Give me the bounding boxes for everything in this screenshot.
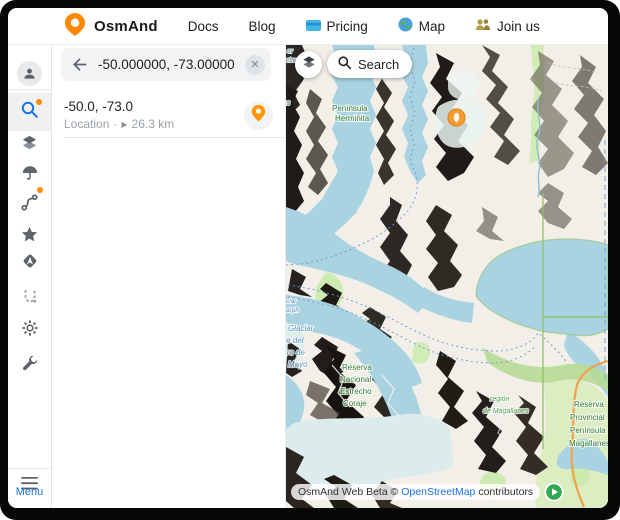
sidebar-item-tracks[interactable] [8,282,51,314]
map-label-reserva-nacional: Estrecho [340,387,372,396]
menu-label[interactable]: Menu [8,486,51,498]
navigation-icon [21,252,39,275]
nav-link-map[interactable]: Map [398,17,445,35]
nav-link-blog[interactable]: Blog [248,19,275,34]
map-label-peninsula: Península [332,104,368,113]
layers-icon [301,54,317,75]
map-label-reserva-provincial: Reserva [574,400,604,409]
result-separator: · [113,117,117,131]
map-attribution: OsmAnd Web Beta © OpenStreetMap contribu… [291,482,564,502]
layers-icon [20,133,39,157]
map-label-reserva-provincial: Península [570,426,606,435]
map-label-ohiggins: O'Higgins [286,100,291,107]
back-arrow-icon[interactable] [71,56,88,73]
map-label-region: de Magallanes [483,408,529,415]
app-frame: OsmAnd Docs Blog Pricing Map Join us [0,0,620,520]
clear-search-icon[interactable]: ✕ [245,55,265,75]
sidebar-item-tools[interactable] [8,349,51,381]
sidebar-item-settings[interactable] [8,314,51,346]
rail-divider-bottom [8,468,51,469]
sidebar-item-weather[interactable] [8,159,51,191]
sidebar-item-layers[interactable] [8,129,51,161]
map-label-reserva-nacional: Coraje [343,399,367,408]
map-viewport[interactable]: or chu O'Higgins Península Herminita cia… [286,45,608,508]
map-label-reserva-provincial: Provincial [570,413,605,422]
map-label-glacier: Glaciar [288,324,314,333]
routes-icon [20,193,39,217]
attribution-text: OsmAnd Web Beta © OpenStreetMap contribu… [291,484,540,500]
osmand-logo-icon [64,12,86,41]
search-result-item[interactable]: -50.0, -73.0 Location · ▶ 26.3 km [52,93,285,137]
openstreetmap-link[interactable]: OpenStreetMap [401,486,475,498]
map-label-glacier: Mayo [288,360,308,369]
brand-name: OsmAnd [94,18,158,35]
top-navbar: OsmAnd Docs Blog Pricing Map Join us [8,8,608,45]
map-label-glacier-fragment: arph [286,307,299,314]
play-button[interactable] [544,482,564,502]
wrench-icon [21,354,39,377]
result-distance: 26.3 km [132,117,175,131]
people-icon [475,18,491,34]
result-text: -50.0, -73.0 Location · ▶ 26.3 km [64,99,244,131]
map-label-glacier: te del [286,336,304,345]
location-pin-icon [251,104,266,127]
nav-link-pricing[interactable]: Pricing [306,19,368,34]
map-label-glacier: rro de [286,348,305,357]
search-input[interactable] [96,56,237,73]
sidebar-item-navigation[interactable] [8,247,51,279]
icon-rail: Menu [8,45,52,508]
search-bar: ✕ [61,48,271,81]
direction-arrow-icon: ▶ [121,120,127,129]
app-window: OsmAnd Docs Blog Pricing Map Join us [8,8,608,508]
map-label-reserva-provincial: Magallanes [569,439,608,448]
search-badge [36,99,42,105]
result-type: Location [64,117,109,131]
sidebar-item-search[interactable] [8,96,51,128]
rail-divider [8,89,51,90]
map-search-label: Search [358,57,399,72]
globe-icon [398,17,413,35]
map-search-button[interactable]: Search [327,50,412,78]
map-label-fragment: or [287,48,294,55]
panel-divider [64,137,285,138]
result-pin-button[interactable] [244,101,273,130]
weather-umbrella-icon [21,164,39,187]
result-subtitle: Location · ▶ 26.3 km [64,117,244,131]
nav-link-docs[interactable]: Docs [188,19,219,34]
map-label-peninsula: Herminita [335,114,370,123]
map-label-reserva-nacional: Reserva [342,363,372,372]
star-icon [20,225,39,249]
sidebar-item-routes[interactable] [8,189,51,221]
brand-home-link[interactable]: OsmAnd [64,12,158,41]
map-marker[interactable] [446,107,467,133]
tracks-icon [21,287,39,310]
content-row: Menu ✕ -50.0, -73.0 Location · ▶ 26.3 [8,45,608,508]
gear-icon [21,319,39,342]
nav-link-join-us[interactable]: Join us [475,18,540,34]
sidebar-item-profile[interactable] [8,57,51,89]
map-layers-button[interactable] [295,51,322,78]
result-title: -50.0, -73.0 [64,99,244,114]
search-panel: ✕ -50.0, -73.0 Location · ▶ 26.3 km [52,45,286,508]
map-label-glacier-fragment: ciar [286,298,297,305]
map-label-reserva-nacional: Nacional [340,375,371,384]
pricing-card-icon [306,19,321,34]
map-label-region: región [490,396,510,403]
search-icon [337,55,352,73]
profile-icon [17,61,42,86]
routes-badge [37,187,43,193]
